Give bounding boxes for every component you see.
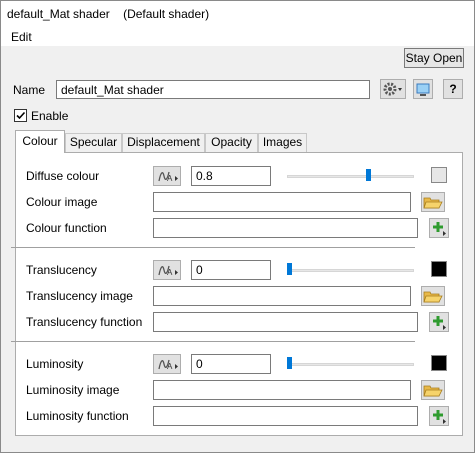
diffuse-colour-value-field[interactable]: 0.8	[191, 166, 271, 186]
add-icon	[433, 316, 446, 330]
function-icon: A	[158, 265, 178, 277]
translucency-function-add-button[interactable]	[429, 312, 449, 332]
diffuse-colour-value: 0.8	[196, 169, 213, 183]
enable-checkbox[interactable]	[14, 109, 27, 122]
translucency-value-field[interactable]: 0	[191, 260, 271, 280]
name-field-value: default_Mat shader	[61, 83, 164, 97]
luminosity-slider-thumb[interactable]	[287, 357, 292, 369]
monitor-icon	[416, 83, 430, 96]
name-label: Name	[13, 83, 46, 97]
name-field[interactable]: default_Mat shader	[56, 80, 370, 99]
checkmark-icon	[16, 111, 26, 120]
luminosity-image-label: Luminosity image	[26, 383, 120, 397]
translucency-slider-thumb[interactable]	[287, 263, 292, 275]
window-title: default_Mat shader (Default shader)	[7, 7, 210, 21]
tab-images[interactable]: Images	[258, 133, 307, 152]
help-button[interactable]: ?	[443, 79, 463, 99]
translucency-function-button[interactable]: A	[153, 260, 181, 280]
folder-open-icon	[423, 385, 443, 397]
luminosity-value: 0	[196, 357, 203, 371]
gear-menu-button[interactable]	[380, 79, 406, 99]
luminosity-function-label: Luminosity function	[26, 409, 129, 423]
add-icon	[433, 410, 446, 424]
colour-function-field[interactable]	[153, 218, 418, 238]
translucency-label: Translucency	[26, 263, 97, 277]
menu-edit[interactable]: Edit	[11, 30, 32, 44]
translucency-swatch[interactable]	[431, 261, 447, 277]
diffuse-colour-label: Diffuse colour	[26, 169, 100, 183]
function-icon: A	[158, 171, 178, 183]
luminosity-label: Luminosity	[26, 357, 84, 371]
luminosity-function-add-button[interactable]	[429, 406, 449, 426]
luminosity-function-field[interactable]	[153, 406, 418, 426]
translucency-image-label: Translucency image	[26, 289, 133, 303]
luminosity-function-button[interactable]: A	[153, 354, 181, 374]
svg-text:A: A	[167, 268, 173, 277]
function-icon: A	[158, 359, 178, 371]
section-divider	[11, 247, 415, 248]
translucency-image-field[interactable]	[153, 286, 411, 306]
translucency-slider-track[interactable]	[287, 269, 414, 272]
enable-label: Enable	[31, 109, 69, 123]
menu-bar: Edit	[1, 27, 474, 46]
tab-displacement[interactable]: Displacement	[122, 133, 205, 152]
tab-specular[interactable]: Specular	[65, 133, 122, 152]
svg-text:A: A	[167, 174, 173, 183]
colour-image-browse-button[interactable]	[421, 192, 445, 212]
help-label: ?	[449, 82, 457, 96]
tab-opacity[interactable]: Opacity	[205, 133, 258, 152]
colour-image-field[interactable]	[153, 192, 411, 212]
translucency-value: 0	[196, 263, 203, 277]
gear-icon	[383, 82, 402, 96]
svg-text:A: A	[167, 362, 173, 371]
title-bar: default_Mat shader (Default shader)	[1, 1, 474, 27]
tab-colour[interactable]: Colour	[15, 130, 65, 153]
translucency-function-field[interactable]	[153, 312, 418, 332]
colour-function-label: Colour function	[26, 221, 107, 235]
stay-open-button[interactable]: Stay Open	[404, 48, 464, 68]
diffuse-colour-slider-track[interactable]	[287, 175, 414, 178]
luminosity-value-field[interactable]: 0	[191, 354, 271, 374]
diffuse-colour-swatch[interactable]	[431, 167, 447, 183]
luminosity-image-field[interactable]	[153, 380, 411, 400]
translucency-function-label: Translucency function	[26, 315, 143, 329]
folder-open-icon	[423, 197, 443, 209]
luminosity-swatch[interactable]	[431, 355, 447, 371]
folder-open-icon	[423, 291, 443, 303]
colour-function-add-button[interactable]	[429, 218, 449, 238]
stay-open-label: Stay Open	[405, 51, 463, 65]
translucency-image-browse-button[interactable]	[421, 286, 445, 306]
colour-image-label: Colour image	[26, 195, 98, 209]
diffuse-function-button[interactable]: A	[153, 166, 181, 186]
luminosity-slider-track[interactable]	[287, 363, 414, 366]
section-divider	[11, 341, 415, 342]
luminosity-image-browse-button[interactable]	[421, 380, 445, 400]
diffuse-colour-slider-thumb[interactable]	[366, 169, 371, 181]
shader-window: default_Mat shader (Default shader) Edit…	[0, 0, 475, 453]
preview-button[interactable]	[413, 79, 433, 99]
add-icon	[433, 222, 446, 236]
